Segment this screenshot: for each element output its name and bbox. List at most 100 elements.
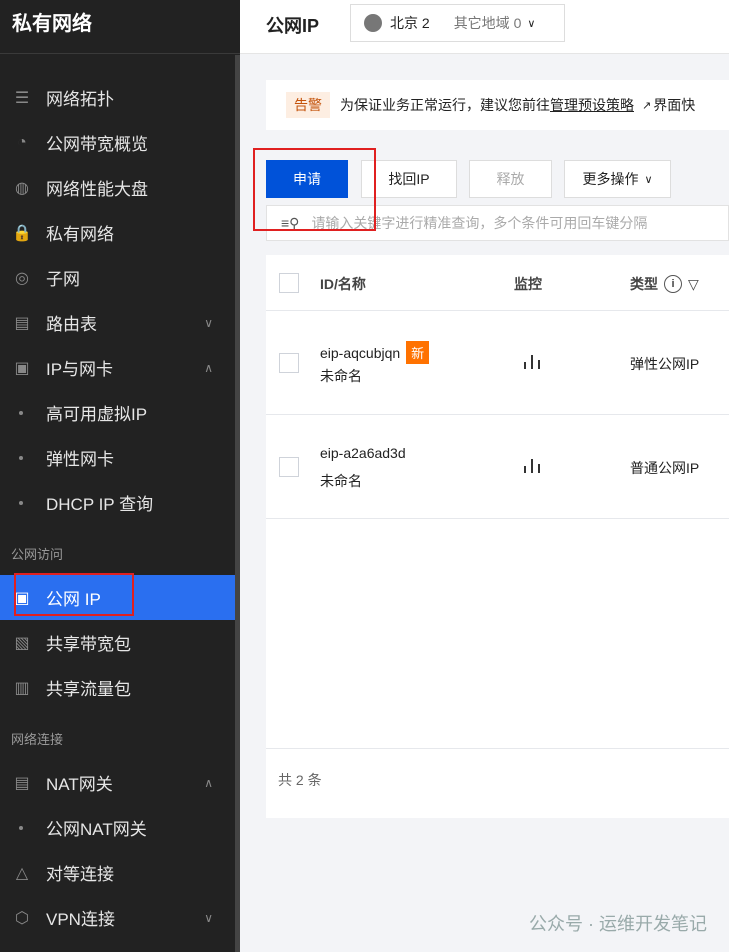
sidebar-item-label: 私有网络 bbox=[46, 225, 114, 244]
sidebar: 私有网络 ☰ 网络拓扑 ◔ 公网带宽概览 ◍ 网络性能大盘 🔒 私有网络 ◎ 子网 ▤ 路由表 ∨ ▣ IP… bbox=[0, 0, 240, 952]
vpn-icon: ⬡ bbox=[15, 909, 29, 927]
sidebar-item[interactable]: 高可用虚拟IP bbox=[0, 390, 235, 435]
sidebar-item[interactable]: DHCP IP 查询 bbox=[0, 480, 235, 525]
alert-banner: 告警 为保证业务正常运行，建议您前往 管理预设策略 ↗ 界面快 bbox=[266, 80, 729, 130]
sidebar-item[interactable]: ▣ IP与网卡 ∧ bbox=[0, 345, 235, 390]
col-monitor: 监控 bbox=[514, 276, 542, 292]
page-title: 公网IP bbox=[266, 16, 320, 36]
region-selector[interactable]: 北京 2 其它地域 0 ∨ bbox=[350, 4, 565, 42]
chevron-down-icon: ∨ bbox=[204, 910, 213, 925]
peering-icon: △ bbox=[15, 864, 29, 882]
highlight-box-apply bbox=[253, 148, 376, 231]
chevron-down-icon: ∨ bbox=[204, 315, 213, 330]
sidebar-item[interactable]: ◔ 公网带宽概览 bbox=[0, 120, 235, 165]
sidebar-item-label: 共享流量包 bbox=[46, 680, 131, 699]
bullet-icon bbox=[19, 455, 23, 460]
route-table-icon: ▤ bbox=[14, 314, 30, 332]
sidebar-item[interactable]: ◎ 子网 bbox=[0, 255, 235, 300]
sidebar-item[interactable]: ▤ NAT网关 ∧ bbox=[0, 760, 235, 805]
sidebar-item-label: 网络拓扑 bbox=[46, 90, 114, 109]
sidebar-item-label: 弹性网卡 bbox=[46, 450, 114, 469]
bandwidth-icon: ◔ bbox=[17, 133, 27, 151]
sidebar-item-label: 公网NAT网关 bbox=[46, 820, 147, 839]
bullet-icon bbox=[19, 410, 23, 415]
eip-id[interactable]: eip-a2a6ad3d bbox=[320, 445, 406, 461]
sidebar-item-label: VPN连接 bbox=[46, 910, 115, 929]
chevron-down-icon: ∨ bbox=[644, 173, 653, 186]
eip-id[interactable]: eip-aqcubjqn bbox=[320, 345, 400, 361]
nat-icon: ▤ bbox=[14, 774, 30, 792]
filter-icon[interactable]: ▽ bbox=[688, 276, 699, 293]
info-icon[interactable]: i bbox=[664, 275, 682, 293]
row-checkbox[interactable] bbox=[279, 457, 299, 477]
row-checkbox[interactable] bbox=[279, 353, 299, 373]
sidebar-item[interactable]: ▧ 共享带宽包 bbox=[0, 620, 235, 665]
eip-name: 未命名 bbox=[320, 368, 362, 384]
region-current: 北京 2 bbox=[390, 15, 430, 31]
sidebar-item[interactable]: ▤ 路由表 ∨ bbox=[0, 300, 235, 345]
topology-icon: ☰ bbox=[14, 89, 30, 107]
sidebar-item-label: 网络性能大盘 bbox=[46, 180, 148, 199]
traffic-package-icon: ▥ bbox=[14, 679, 30, 697]
more-actions-button[interactable]: 更多操作 ∨ bbox=[564, 160, 671, 198]
divider bbox=[266, 748, 729, 749]
eip-type: 弹性公网IP bbox=[630, 356, 700, 372]
col-type-label: 类型 bbox=[630, 276, 658, 292]
globe-icon: ◎ bbox=[15, 269, 29, 287]
select-all-checkbox[interactable] bbox=[279, 273, 299, 293]
sidebar-item[interactable]: 🔒 私有网络 bbox=[0, 210, 235, 255]
monitor-chart-icon[interactable] bbox=[524, 355, 540, 369]
eip-type: 普通公网IP bbox=[630, 460, 700, 476]
sidebar-item-label: 共享带宽包 bbox=[46, 635, 131, 654]
sidebar-item-label: 公网带宽概览 bbox=[46, 135, 148, 154]
region-other: 其它地域 0 bbox=[453, 15, 522, 31]
alert-tag: 告警 bbox=[286, 92, 330, 118]
sidebar-item[interactable]: 弹性网卡 bbox=[0, 435, 235, 480]
sidebar-item[interactable]: ⬡ VPN连接 ∨ bbox=[0, 895, 235, 940]
col-id-name: ID/名称 bbox=[320, 276, 366, 292]
chevron-down-icon: ∨ bbox=[527, 17, 536, 30]
external-link-icon: ↗ bbox=[642, 99, 652, 112]
eip-table: ID/名称 监控 类型 i ▽ eip-aqcubjqn 新未命名 弹性公网IP eip-… bbox=[266, 255, 729, 818]
sidebar-item[interactable]: △ 对等连接 bbox=[0, 850, 235, 895]
lock-icon: 🔒 bbox=[12, 224, 32, 242]
section-network-connection: 网络连接 bbox=[11, 732, 64, 747]
highlight-box-public-ip bbox=[14, 573, 134, 616]
alert-text: 为保证业务正常运行，建议您前往 bbox=[340, 97, 550, 113]
sidebar-item[interactable]: ☰ 网络拓扑 bbox=[0, 75, 235, 120]
chevron-up-icon: ∧ bbox=[204, 360, 213, 375]
sidebar-item-label: IP与网卡 bbox=[46, 360, 114, 379]
section-public-access: 公网访问 bbox=[11, 547, 64, 562]
new-badge: 新 bbox=[406, 341, 430, 364]
globe-icon bbox=[364, 14, 382, 32]
sidebar-item-label: 高可用虚拟IP bbox=[46, 405, 148, 424]
watermark: 公众号 · 运维开发笔记 bbox=[529, 914, 707, 934]
table-row: eip-a2a6ad3d 未命名 普通公网IP bbox=[266, 415, 729, 519]
sidebar-title: 私有网络 bbox=[0, 0, 240, 54]
sidebar-item-label: NAT网关 bbox=[46, 775, 113, 794]
sidebar-scrollbar[interactable] bbox=[235, 55, 240, 952]
sidebar-item-label: 路由表 bbox=[46, 315, 97, 334]
release-button[interactable]: 释放 bbox=[469, 160, 552, 198]
table-row: eip-aqcubjqn 新未命名 弹性公网IP bbox=[266, 311, 729, 415]
header: 公网IP 北京 2 其它地域 0 ∨ bbox=[240, 0, 729, 54]
sidebar-item[interactable]: ◍ 网络性能大盘 bbox=[0, 165, 235, 210]
sidebar-item-label: 对等连接 bbox=[46, 865, 114, 884]
sidebar-item-label: 子网 bbox=[46, 270, 80, 289]
eip-name: 未命名 bbox=[320, 473, 362, 489]
sidebar-item-label: DHCP IP 查询 bbox=[46, 495, 154, 514]
bullet-icon bbox=[19, 825, 23, 830]
more-actions-label: 更多操作 bbox=[582, 171, 639, 187]
alert-link[interactable]: 管理预设策略 bbox=[550, 95, 634, 115]
bandwidth-package-icon: ▧ bbox=[14, 634, 30, 652]
table-header: ID/名称 监控 类型 i ▽ bbox=[266, 255, 729, 311]
sidebar-item[interactable]: ▥ 共享流量包 bbox=[0, 665, 235, 710]
bullet-icon bbox=[19, 500, 23, 505]
col-type: 类型 i ▽ bbox=[630, 274, 699, 294]
monitor-chart-icon[interactable] bbox=[524, 459, 540, 473]
sidebar-item[interactable]: 公网NAT网关 bbox=[0, 805, 235, 850]
alert-text-2: 界面快 bbox=[653, 97, 696, 113]
chevron-up-icon: ∧ bbox=[204, 775, 213, 790]
performance-icon: ◍ bbox=[15, 179, 29, 197]
total-count: 共 2 条 bbox=[278, 772, 322, 788]
